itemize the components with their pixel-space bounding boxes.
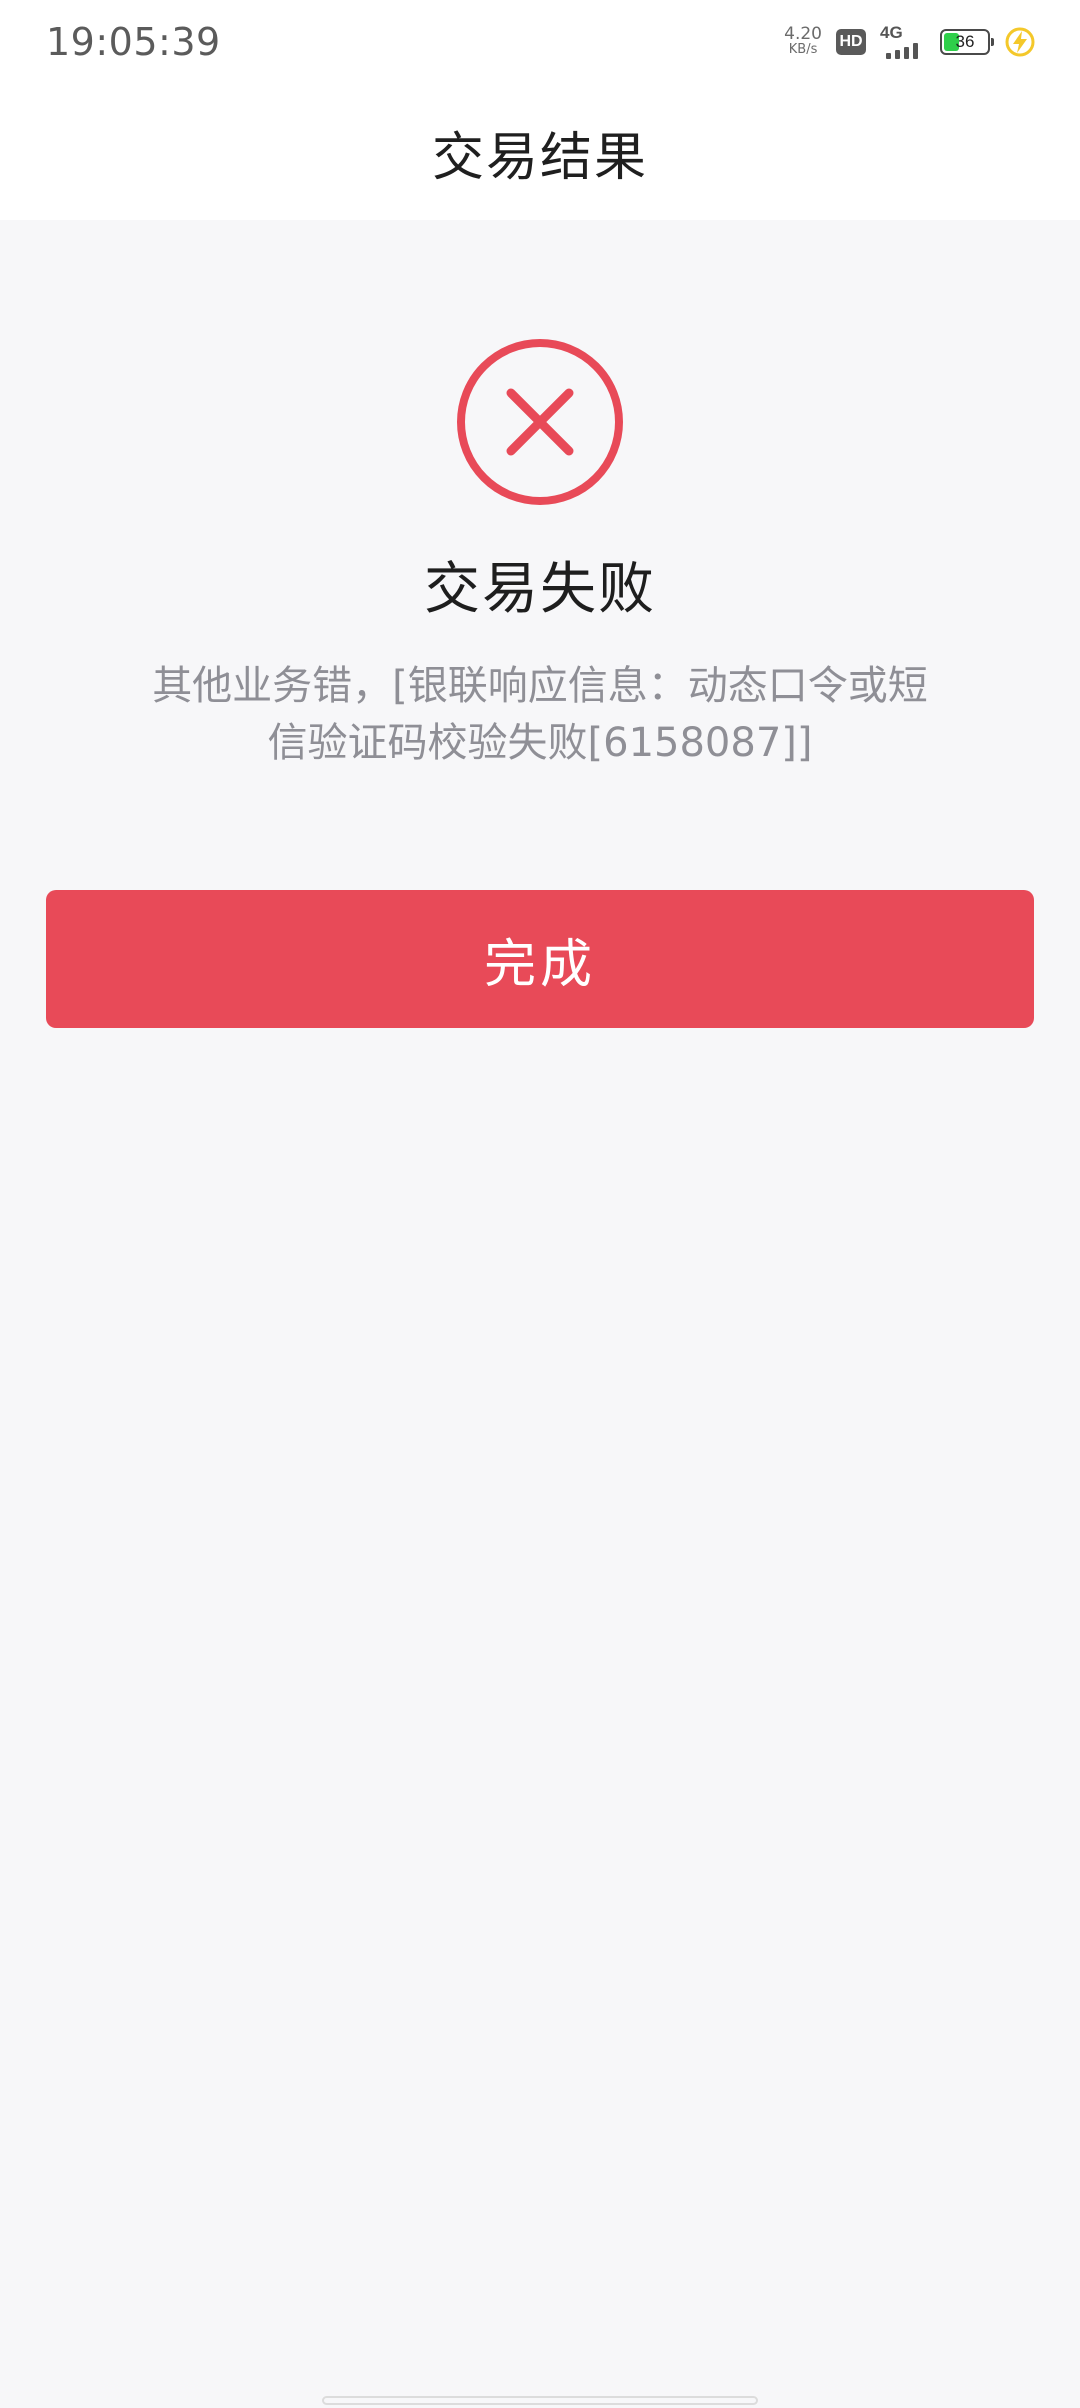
- hd-icon: HD: [836, 29, 866, 55]
- network-speed-value: 4.20: [784, 24, 822, 44]
- result-message: 其他业务错，[银联响应信息：动态口令或短信验证码校验失败[6158087]]: [152, 663, 928, 766]
- signal-bars-icon: [886, 43, 918, 59]
- status-bar: 19:05:39 4.20 KB/s HD 4G 36: [0, 0, 1080, 84]
- battery-icon: 36: [940, 29, 994, 55]
- signal-icon: 4G: [880, 23, 926, 59]
- home-indicator[interactable]: [322, 2396, 758, 2405]
- result-title: 交易失败: [424, 557, 656, 622]
- lightning-icon: [1005, 27, 1035, 57]
- page-title: 交易结果: [431, 127, 648, 188]
- battery-percent: 36: [955, 32, 975, 51]
- network-speed: 4.20 KB/s: [784, 24, 822, 58]
- status-time: 19:05:39: [46, 20, 221, 64]
- error-circle-icon: [457, 339, 623, 505]
- done-button[interactable]: 完成: [46, 890, 1034, 1028]
- nav-bar: 交易结果: [0, 84, 1080, 220]
- network-speed-unit: KB/s: [788, 42, 818, 57]
- status-icons: 4.20 KB/s HD 4G 36: [784, 22, 1036, 62]
- network-type: 4G: [880, 23, 903, 42]
